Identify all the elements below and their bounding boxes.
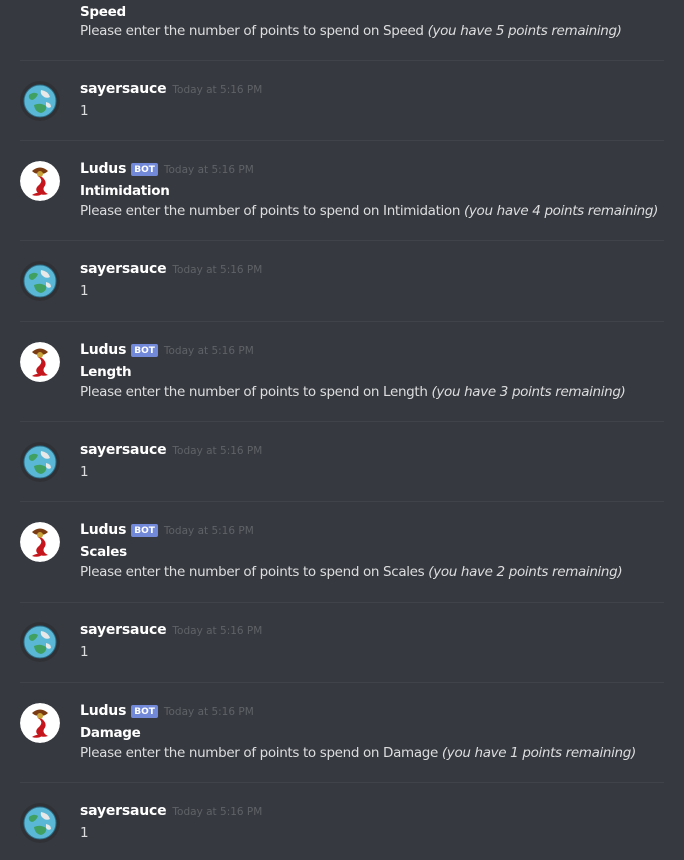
prompt-text: Please enter the number of points to spe… [80,203,461,219]
bot-tag: BOT [131,163,158,176]
bot-tag: BOT [131,524,158,537]
globe-avatar-icon[interactable] [20,81,60,121]
embed-description: Please enter the number of points to spe… [80,745,636,761]
message-header: Ludus BOT Today at 5:16 PM [80,161,254,181]
bot-tag: BOT [131,344,158,357]
embed-title: Damage [80,725,141,741]
message-divider [20,321,664,322]
timestamp: Today at 5:16 PM [172,806,263,818]
prompt-text: Please enter the number of points to spe… [80,564,425,580]
message-divider [20,240,664,241]
message-divider [20,140,664,141]
dragon-avatar-icon[interactable] [20,703,60,743]
username[interactable]: Ludus [80,703,126,719]
embed-title: Speed [80,4,126,20]
prompt-text: Please enter the number of points to spe… [80,384,428,400]
prompt-text: Please enter the number of points to spe… [80,23,424,39]
user-message: sayersauce Today at 5:16 PM 1 [0,81,684,121]
embed-description: Please enter the number of points to spe… [80,564,623,580]
bot-message-partial: Speed Please enter the number of points … [0,0,684,60]
globe-avatar-icon[interactable] [20,442,60,482]
message-divider [20,501,664,502]
prompt-text: Please enter the number of points to spe… [80,745,438,761]
timestamp: Today at 5:16 PM [172,625,263,637]
remaining-text: (you have 4 points remaining) [464,203,658,219]
remaining-text: (you have 5 points remaining) [427,23,622,39]
message-header: sayersauce Today at 5:16 PM [80,803,262,823]
username[interactable]: Ludus [80,342,126,358]
message-header: Ludus BOT Today at 5:16 PM [80,703,254,723]
message-header: sayersauce Today at 5:16 PM [80,261,262,281]
username[interactable]: sayersauce [80,261,167,277]
message-text: 1 [80,283,89,299]
message-header: sayersauce Today at 5:16 PM [80,81,262,101]
timestamp: Today at 5:16 PM [172,445,263,457]
message-divider [20,421,664,422]
message-text: 1 [80,464,89,480]
embed-title: Intimidation [80,183,170,199]
message-header: Ludus BOT Today at 5:16 PM [80,522,254,542]
username[interactable]: sayersauce [80,622,167,638]
username[interactable]: sayersauce [80,81,167,97]
timestamp: Today at 5:16 PM [163,706,254,718]
username[interactable]: Ludus [80,522,126,538]
username[interactable]: Ludus [80,161,126,177]
message-text: 1 [80,644,89,660]
message-divider [20,782,664,783]
timestamp: Today at 5:16 PM [163,164,254,176]
user-message: sayersauce Today at 5:16 PM 1 [0,442,684,482]
dragon-avatar-icon[interactable] [20,161,60,201]
remaining-text: (you have 1 points remaining) [441,745,636,761]
message-header: sayersauce Today at 5:16 PM [80,622,262,642]
username[interactable]: sayersauce [80,442,167,458]
message-divider [20,682,664,683]
bot-message: Ludus BOT Today at 5:16 PM Length Please… [0,342,684,402]
message-divider [20,60,664,61]
globe-avatar-icon[interactable] [20,261,60,301]
dragon-avatar-icon[interactable] [20,342,60,382]
message-text: 1 [80,825,89,841]
user-message: sayersauce Today at 5:16 PM 1 [0,261,684,301]
embed-title: Length [80,364,132,380]
timestamp: Today at 5:16 PM [172,84,263,96]
timestamp: Today at 5:16 PM [172,264,263,276]
username[interactable]: sayersauce [80,803,167,819]
message-header: sayersauce Today at 5:16 PM [80,442,262,462]
bot-message: Ludus BOT Today at 5:16 PM Scales Please… [0,522,684,582]
timestamp: Today at 5:16 PM [163,525,254,537]
embed-title: Scales [80,544,127,560]
bot-message: Ludus BOT Today at 5:16 PM Intimidation … [0,161,684,221]
message-header: Ludus BOT Today at 5:16 PM [80,342,254,362]
remaining-text: (you have 2 points remaining) [428,564,623,580]
bot-tag: BOT [131,705,158,718]
globe-avatar-icon[interactable] [20,622,60,662]
timestamp: Today at 5:16 PM [163,345,254,357]
embed-description: Please enter the number of points to spe… [80,203,658,219]
dragon-avatar-icon[interactable] [20,522,60,562]
embed-description: Please enter the number of points to spe… [80,384,626,400]
bot-message: Ludus BOT Today at 5:16 PM Damage Please… [0,703,684,763]
user-message: sayersauce Today at 5:16 PM 1 [0,803,684,843]
embed-description: Please enter the number of points to spe… [80,23,622,39]
globe-avatar-icon[interactable] [20,803,60,843]
user-message: sayersauce Today at 5:16 PM 1 [0,622,684,662]
remaining-text: (you have 3 points remaining) [431,384,626,400]
message-text: 1 [80,103,89,119]
chat-messages: Speed Please enter the number of points … [0,0,684,860]
message-divider [20,602,664,603]
